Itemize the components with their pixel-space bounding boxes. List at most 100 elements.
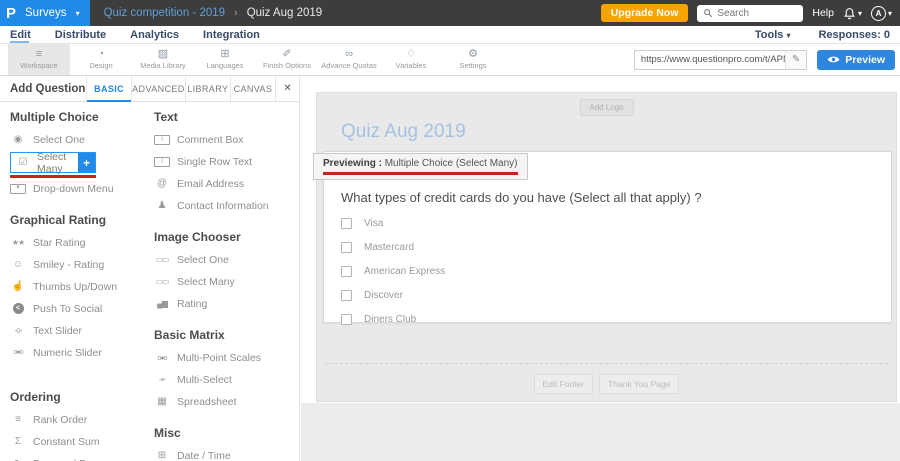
content-area: Add Question BASIC ADVANCED LIBRARY CANV… <box>0 76 900 461</box>
chevron-down-icon: ▾ <box>76 9 80 18</box>
at-icon: @ <box>154 179 170 189</box>
tag-icon: ♢ <box>406 49 416 60</box>
toolbar-advance-quotas[interactable]: ∞ Advance Quotas <box>318 44 380 75</box>
qtype-constant-sum[interactable]: Σ Constant Sum <box>10 431 142 453</box>
grid-icon: ▦ <box>154 397 170 407</box>
survey-nav: Edit Distribute Analytics Integration To… <box>0 26 900 44</box>
account-menu[interactable]: A ▾ <box>871 6 892 21</box>
magic-wand-icon: ✐ <box>282 49 291 60</box>
chevron-down-icon: ▾ <box>786 31 790 40</box>
survey-workspace: Add Logo Quiz Aug 2019 Previewing : Mult… <box>316 92 897 402</box>
qtype-select-one[interactable]: ◉ Select One <box>10 129 142 151</box>
section-text: Text <box>154 110 291 124</box>
app-logo-menu[interactable]: P Surveys ▾ <box>0 0 90 26</box>
toolbar-design[interactable]: ◔ Design <box>70 44 132 75</box>
qtype-comment-box[interactable]: I Comment Box <box>154 129 291 151</box>
section-ordering: Ordering <box>10 390 142 404</box>
add-select-many-button[interactable]: + <box>78 153 95 172</box>
edit-url-icon[interactable]: ✎ <box>785 51 806 69</box>
survey-url-value: https://www.questionpro.com/t/APNrFZ <box>635 54 785 65</box>
qtype-smiley-rating[interactable]: ☺ Smiley - Rating <box>10 254 142 276</box>
dropdown-icon: ▾ <box>10 184 26 194</box>
option-row-mastercard[interactable]: Mastercard <box>341 235 445 259</box>
eye-icon <box>827 55 840 64</box>
red-underline <box>323 172 518 175</box>
qtype-thumbs-up-down[interactable]: ☝ Thumbs Up/Down <box>10 276 142 298</box>
survey-title[interactable]: Quiz Aug 2019 <box>341 121 466 143</box>
edit-footer-button[interactable]: Edit Footer <box>534 374 594 394</box>
nav-tab-integration[interactable]: Integration <box>203 26 260 43</box>
add-logo-button[interactable]: Add Logo <box>579 99 633 116</box>
search-input[interactable] <box>717 8 797 19</box>
option-row-discover[interactable]: Discover <box>341 283 445 307</box>
qtype-date-time[interactable]: ⊞ Date / Time <box>154 445 291 461</box>
nav-tab-distribute[interactable]: Distribute <box>55 26 106 43</box>
chevron-down-icon: ▾ <box>858 9 862 18</box>
breadcrumb-parent[interactable]: Quiz competition - 2019 <box>104 7 225 19</box>
upgrade-now-button[interactable]: Upgrade Now <box>601 4 689 22</box>
scale-icon: o●o <box>154 355 170 362</box>
qtype-contact-information[interactable]: ♟ Contact Information <box>154 195 291 217</box>
qtype-star-rating[interactable]: ★★ Star Rating <box>10 232 142 254</box>
qtype-email-address[interactable]: @ Email Address <box>154 173 291 195</box>
divider <box>325 363 888 364</box>
list-icon: ≡ <box>10 415 26 425</box>
toolbar-finish-options[interactable]: ✐ Finish Options <box>256 44 318 75</box>
qtype-text-slider[interactable]: -o- Text Slider <box>10 320 142 342</box>
option-row-visa[interactable]: Visa <box>341 211 445 235</box>
translate-icon: ⊞ <box>220 49 229 60</box>
qtype-push-to-social[interactable]: < Push To Social <box>10 298 142 320</box>
toolbar-settings[interactable]: ⚙ Settings <box>442 44 504 75</box>
toolbar-variables[interactable]: ♢ Variables <box>380 44 442 75</box>
responses-count[interactable]: Responses: 0 <box>818 29 890 41</box>
option-checkbox[interactable] <box>341 266 352 277</box>
section-image-chooser: Image Chooser <box>154 230 291 244</box>
global-search[interactable] <box>697 5 803 22</box>
qtype-image-rating[interactable]: ▄▆ Rating <box>154 293 291 315</box>
toolbar-media-library[interactable]: ▨ Media Library <box>132 44 194 75</box>
qtype-dropdown-menu[interactable]: ▾ Drop-down Menu <box>10 178 142 200</box>
qtype-image-select-many[interactable]: ▭▭ Select Many <box>154 271 291 293</box>
breadcrumb-separator: › <box>234 7 238 19</box>
help-link[interactable]: Help <box>812 7 834 19</box>
qtype-rank-order[interactable]: ≡ Rank Order <box>10 409 142 431</box>
option-checkbox[interactable] <box>341 314 352 325</box>
tab-library[interactable]: LIBRARY <box>185 76 230 101</box>
notifications-menu[interactable]: ▾ <box>843 7 862 20</box>
survey-url-field[interactable]: https://www.questionpro.com/t/APNrFZ ✎ <box>634 50 807 70</box>
qtype-drag-and-drop[interactable]: ↖ Drag and Drop <box>10 453 142 461</box>
option-checkbox[interactable] <box>341 218 352 229</box>
toolbar-right: https://www.questionpro.com/t/APNrFZ ✎ P… <box>634 50 900 70</box>
option-checkbox[interactable] <box>341 242 352 253</box>
quotas-icon: ∞ <box>345 49 353 60</box>
preview-button[interactable]: Preview <box>817 50 895 70</box>
question-text[interactable]: What types of credit cards do you have (… <box>341 190 702 205</box>
option-row-diners-club[interactable]: Diners Club <box>341 307 445 331</box>
toolbar-workspace[interactable]: ≡ Workspace <box>8 44 70 75</box>
qtype-single-row-text[interactable]: I Single Row Text <box>154 151 291 173</box>
qtype-select-many[interactable]: ☑ Select Many + <box>10 152 96 173</box>
nav-tab-analytics[interactable]: Analytics <box>130 26 179 43</box>
qtype-multi-select[interactable]: ▫▪▫ Multi-Select <box>154 369 291 391</box>
qtype-spreadsheet[interactable]: ▦ Spreadsheet <box>154 391 291 413</box>
breadcrumb: Quiz competition - 2019 › Quiz Aug 2019 <box>104 0 323 26</box>
qtype-select-many-active: ☑ Select Many + <box>10 152 142 178</box>
nav-tab-edit[interactable]: Edit <box>10 26 31 43</box>
tools-menu[interactable]: Tools ▾ <box>755 29 791 41</box>
close-icon[interactable]: ✕ <box>275 76 299 101</box>
option-checkbox[interactable] <box>341 290 352 301</box>
option-row-american-express[interactable]: American Express <box>341 259 445 283</box>
toolbar-languages[interactable]: ⊞ Languages <box>194 44 256 75</box>
surveys-menu-label: Surveys <box>25 7 67 19</box>
qtype-image-select-one[interactable]: ▭▭ Select One <box>154 249 291 271</box>
tab-canvas[interactable]: CANVAS <box>230 76 275 101</box>
chevron-down-icon: ▾ <box>888 9 892 18</box>
qtype-numeric-slider[interactable]: o●o Numeric Slider <box>10 342 142 364</box>
thank-you-page-button[interactable]: Thank You Page <box>599 374 679 394</box>
tab-basic[interactable]: BASIC <box>86 76 131 101</box>
tab-advanced[interactable]: ADVANCED <box>131 76 185 101</box>
edit-toolbar: ≡ Workspace ◔ Design ▨ Media Library ⊞ L… <box>0 44 900 76</box>
images-icon: ▭▭ <box>154 256 170 264</box>
qtype-multi-point-scales[interactable]: o●o Multi-Point Scales <box>154 347 291 369</box>
numeric-slider-icon: o●o <box>10 349 26 356</box>
